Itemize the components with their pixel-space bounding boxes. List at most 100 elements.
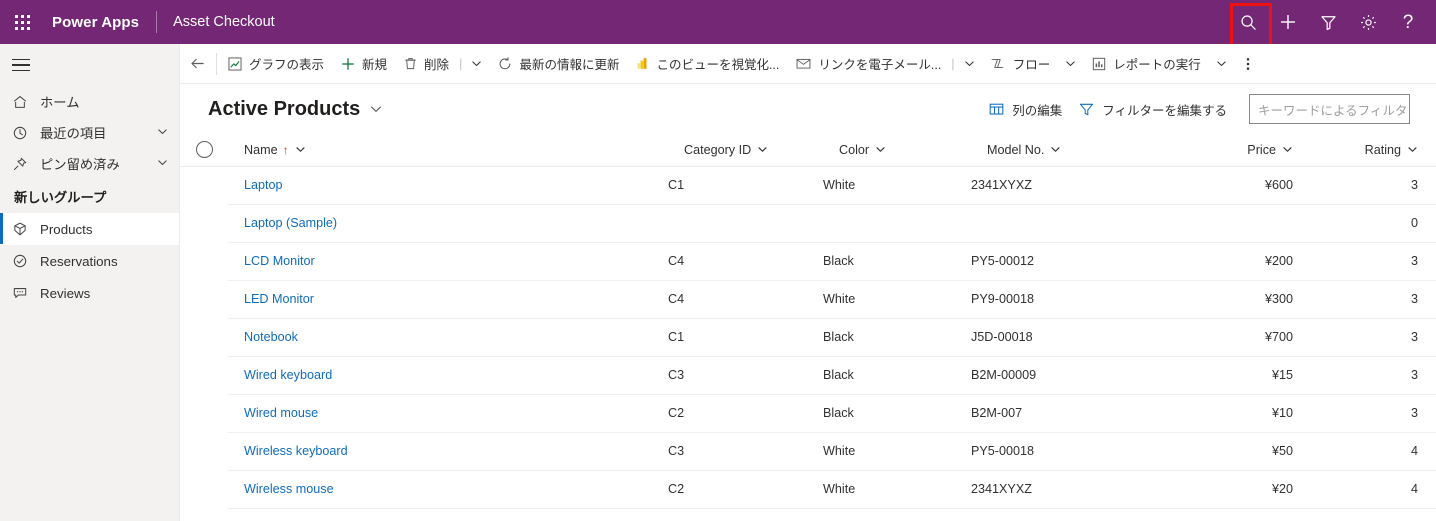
row-cell-rating: 0 — [1311, 204, 1436, 243]
row-cell-color-text: Black — [823, 368, 854, 382]
row-select-cell[interactable] — [180, 242, 228, 280]
table-row[interactable]: Wired keyboard C3 Black B2M-00009 ¥15 3 — [180, 356, 1436, 395]
column-header-name[interactable]: Name ↑ — [228, 134, 668, 167]
table-row[interactable]: Wired mouse C2 Black B2M-007 ¥10 3 — [180, 394, 1436, 433]
row-cell-name[interactable]: Wireless keyboard — [228, 432, 668, 471]
row-cell-name[interactable]: Laptop (Sample) — [228, 204, 668, 243]
app-name[interactable]: Asset Checkout — [173, 14, 275, 30]
row-cell-color: Black — [823, 394, 971, 433]
waffle-menu-icon[interactable] — [0, 0, 44, 44]
chevron-down-icon[interactable] — [295, 144, 306, 155]
table-row[interactable]: Wireless mouse C2 White 2341XYXZ ¥20 4 — [180, 470, 1436, 509]
email-overflow-chevron-down-icon[interactable] — [957, 57, 982, 70]
row-cell-name-text[interactable]: Laptop (Sample) — [228, 216, 668, 230]
row-select-cell[interactable] — [180, 356, 228, 394]
select-all-checkbox[interactable] — [196, 141, 213, 159]
table-row[interactable]: Laptop (Sample) 0 — [180, 204, 1436, 243]
back-button[interactable] — [180, 44, 214, 84]
row-cell-rating: 3 — [1311, 318, 1436, 357]
row-cell-name[interactable]: Wired keyboard — [228, 356, 668, 395]
row-cell-color-text: Black — [823, 254, 854, 268]
column-label: Color — [839, 142, 870, 157]
sidebar-item-reservations[interactable]: Reservations — [0, 245, 179, 277]
row-cell-name-text[interactable]: Wired keyboard — [228, 368, 668, 382]
row-cell-name-text[interactable]: Notebook — [228, 330, 668, 344]
sidebar-item-reviews[interactable]: Reviews — [0, 277, 179, 309]
command-delete[interactable]: 削除 — [395, 44, 457, 84]
row-cell-name-text[interactable]: Wireless mouse — [228, 482, 668, 496]
row-cell-name-text[interactable]: Laptop — [228, 178, 668, 192]
chevron-down-icon[interactable] — [875, 144, 886, 155]
table-row[interactable]: LED Monitor C4 White PY9-00018 ¥300 3 — [180, 280, 1436, 319]
chevron-down-icon[interactable] — [156, 125, 169, 141]
column-header-model-no[interactable]: Model No. — [971, 134, 1201, 167]
row-select-cell[interactable] — [180, 204, 228, 242]
command-run-report[interactable]: レポートの実行 — [1083, 44, 1209, 84]
command-overflow-icon[interactable] — [1234, 44, 1262, 84]
quick-filter-input[interactable]: キーワードによるフィルタ — [1249, 94, 1410, 124]
row-cell-model-no-text: PY5-00012 — [971, 254, 1035, 268]
view-selector-chevron-down-icon[interactable] — [369, 102, 383, 116]
row-cell-category-id-text: C4 — [668, 254, 685, 268]
column-header-rating[interactable]: Rating — [1311, 134, 1436, 167]
flow-chevron-down-icon[interactable] — [1058, 57, 1083, 70]
command-refresh[interactable]: 最新の情報に更新 — [489, 44, 627, 84]
edit-columns-button[interactable]: 列の編集 — [980, 93, 1070, 125]
command-show-chart[interactable]: グラフの表示 — [219, 44, 332, 84]
row-select-cell[interactable] — [180, 318, 228, 356]
row-cell-name[interactable]: Laptop — [228, 166, 668, 205]
row-cell-rating: 3 — [1311, 280, 1436, 319]
plus-icon[interactable] — [1268, 2, 1308, 42]
table-row[interactable]: Wireless keyboard C3 White PY5-00018 ¥50 4 — [180, 432, 1436, 471]
row-cell-name[interactable]: LED Monitor — [228, 280, 668, 319]
view-selector-title[interactable]: Active Products — [208, 98, 360, 121]
sidebar-item-pinned[interactable]: ピン留め済み — [0, 148, 179, 179]
box-icon — [12, 221, 32, 237]
table-row[interactable]: LCD Monitor C4 Black PY5-00012 ¥200 3 — [180, 242, 1436, 281]
help-icon[interactable]: ? — [1388, 2, 1428, 42]
row-select-cell[interactable] — [180, 432, 228, 470]
gear-icon[interactable] — [1348, 2, 1388, 42]
row-cell-category-id-text: C1 — [668, 330, 685, 344]
command-flow[interactable]: フロー — [982, 44, 1059, 84]
row-select-cell[interactable] — [180, 470, 228, 508]
chevron-down-icon[interactable] — [1407, 144, 1418, 155]
row-cell-name-text[interactable]: LED Monitor — [228, 292, 668, 306]
records-grid: Name ↑ Category ID Color Model No. Price… — [180, 134, 1436, 521]
column-header-color[interactable]: Color — [823, 134, 971, 167]
column-header-price[interactable]: Price — [1201, 134, 1311, 167]
row-select-cell[interactable] — [180, 394, 228, 432]
edit-filters-button[interactable]: フィルターを編集する — [1070, 93, 1235, 125]
filter-icon[interactable] — [1308, 2, 1348, 42]
table-row[interactable]: Notebook C1 Black J5D-00018 ¥700 3 — [180, 318, 1436, 357]
row-cell-name[interactable]: LCD Monitor — [228, 242, 668, 281]
sidebar-collapse-button[interactable] — [0, 44, 179, 86]
row-cell-price: ¥20 — [1201, 470, 1311, 509]
row-select-cell[interactable] — [180, 280, 228, 318]
row-select-cell[interactable] — [180, 166, 228, 204]
sidebar-item-home[interactable]: ホーム — [0, 86, 179, 117]
row-cell-name-text[interactable]: Wireless keyboard — [228, 444, 668, 458]
chevron-down-icon[interactable] — [1282, 144, 1293, 155]
command-new[interactable]: 新規 — [332, 44, 395, 84]
chevron-down-icon[interactable] — [1050, 144, 1061, 155]
row-cell-name-text[interactable]: Wired mouse — [228, 406, 668, 420]
chevron-down-icon[interactable] — [156, 156, 169, 172]
row-cell-name-text[interactable]: LCD Monitor — [228, 254, 668, 268]
brand-title[interactable]: Power Apps — [52, 14, 139, 31]
sidebar-item-products[interactable]: Products — [0, 213, 179, 245]
command-email-a-link[interactable]: リンクを電子メール... — [787, 44, 949, 84]
search-icon[interactable] — [1228, 2, 1272, 47]
column-header-category-id[interactable]: Category ID — [668, 134, 823, 167]
command-visualize-view[interactable]: このビューを視覚化... — [627, 44, 787, 84]
chevron-down-icon[interactable] — [757, 144, 768, 155]
top-navigation-bar: Power Apps Asset Checkout ? — [0, 0, 1436, 47]
delete-overflow-chevron-down-icon[interactable] — [464, 57, 489, 70]
sidebar-item-recent[interactable]: 最近の項目 — [0, 117, 179, 148]
row-cell-name[interactable]: Wired mouse — [228, 394, 668, 433]
row-cell-name[interactable]: Wireless mouse — [228, 470, 668, 509]
command-label: グラフの表示 — [249, 58, 325, 72]
report-chevron-down-icon[interactable] — [1209, 57, 1234, 70]
row-cell-name[interactable]: Notebook — [228, 318, 668, 357]
table-row[interactable]: Laptop C1 White 2341XYXZ ¥600 3 — [180, 166, 1436, 205]
